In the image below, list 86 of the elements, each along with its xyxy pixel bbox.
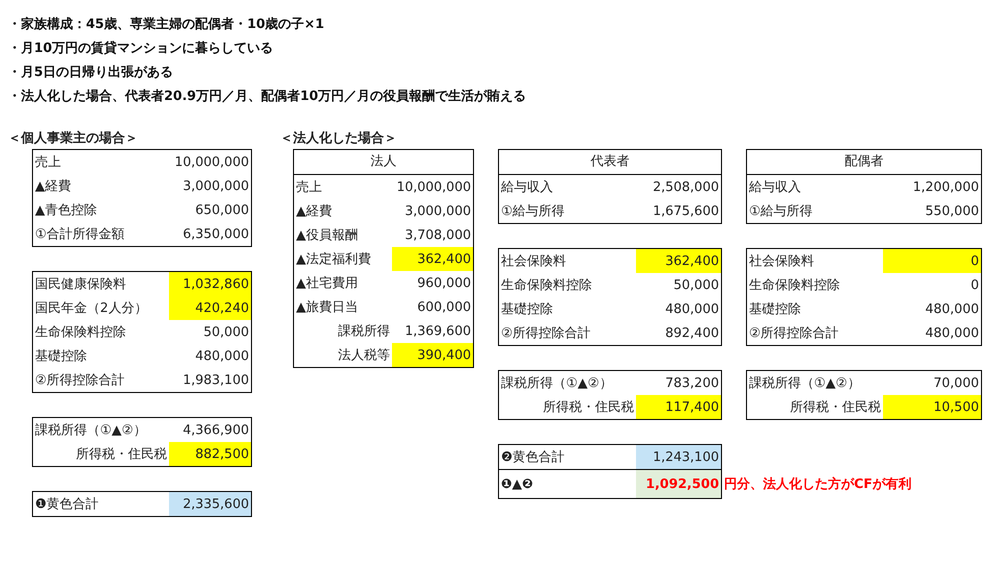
row-label: 基礎控除 <box>748 301 802 319</box>
value-cell-text: 10,000,000 <box>396 178 472 196</box>
value-cell-text: 4,366,900 <box>182 422 250 440</box>
row-label: 課税所得（①▲②） <box>34 422 148 440</box>
row-label: 課税所得 <box>337 323 391 341</box>
value-cell-text: 3,708,000 <box>404 226 472 244</box>
row-label: ▲旅費日当 <box>295 299 359 317</box>
value-cell: 1,092,500 <box>636 470 721 498</box>
row-label: 売上 <box>34 154 62 172</box>
value-cell-text: 3,000,000 <box>404 202 472 220</box>
value-cell-text: 6,350,000 <box>182 226 250 244</box>
row-label: ▲法定福利費 <box>295 251 372 269</box>
row-label: ❶黄色合計 <box>34 496 100 514</box>
row-label: 売上 <box>295 179 323 197</box>
value-cell-text: 50,000 <box>202 324 250 342</box>
value-cell: 362,400 <box>392 247 473 271</box>
value-cell: 362,400 <box>636 249 721 273</box>
value-cell: 117,400 <box>636 395 721 419</box>
value-cell-text: 480,000 <box>194 348 250 366</box>
value-cell: 1,032,860 <box>169 272 251 296</box>
conclusion-text: 円分、法人化した方がCFが有利 <box>723 476 912 494</box>
value-cell-text: 50,000 <box>672 276 720 294</box>
value-cell: 420,240 <box>169 296 251 320</box>
row-label: ▲役員報酬 <box>295 227 359 245</box>
row-label: 基礎控除 <box>34 348 88 366</box>
value-cell-text: 480,000 <box>924 300 980 318</box>
section-title: ＜法人化した場合＞ <box>280 130 397 148</box>
section-title: ＜個人事業主の場合＞ <box>8 130 138 148</box>
value-cell-text: 550,000 <box>924 202 980 220</box>
value-cell-text: 2,508,000 <box>652 178 720 196</box>
row-label: 基礎控除 <box>500 301 554 319</box>
value-cell: 882,500 <box>169 442 251 466</box>
row-label: 国民年金（2人分） <box>34 300 148 318</box>
row-label: ②所得控除合計 <box>748 325 840 343</box>
row-label: ▲経費 <box>295 203 333 221</box>
row-label: 所得税・住民税 <box>75 446 168 464</box>
value-cell-text: 70,000 <box>932 374 980 392</box>
row-label: ▲社宅費用 <box>295 275 359 293</box>
row-label: ❶▲❷ <box>500 476 534 494</box>
note-text: ・法人化した場合、代表者20.9万円／月、配偶者10万円／月の役員報酬で生活が賄える <box>8 88 528 106</box>
row-label: ▲経費 <box>34 178 72 196</box>
value-cell-text: 650,000 <box>194 202 250 220</box>
value-cell: 0 <box>883 249 981 273</box>
value-cell-text: 1,369,600 <box>404 322 472 340</box>
row-label: ①給与所得 <box>500 203 566 221</box>
row-label: ②所得控除合計 <box>500 325 592 343</box>
note-text: ・月10万円の賃貸マンションに暮らしている <box>8 40 274 58</box>
row-label: 社会保険料 <box>500 253 567 271</box>
row-label: ①給与所得 <box>748 203 814 221</box>
value-cell-text: 3,000,000 <box>182 178 250 196</box>
row-label: 生命保険料控除 <box>500 277 593 295</box>
value-cell: 390,400 <box>392 343 473 367</box>
row-label: 国民健康保険料 <box>34 276 127 294</box>
value-cell-text: 1,675,600 <box>652 202 720 220</box>
value-cell-text: 480,000 <box>664 300 720 318</box>
value-cell-text: 10,000,000 <box>174 154 250 172</box>
value-cell-text: 892,400 <box>664 324 720 342</box>
value-cell-text: 1,200,000 <box>912 178 980 196</box>
table-header: 法人 <box>294 150 473 175</box>
value-cell: 1,243,100 <box>636 445 721 469</box>
row-label: ❷黄色合計 <box>500 449 566 467</box>
row-label: 課税所得（①▲②） <box>500 375 614 393</box>
row-label: ②所得控除合計 <box>34 372 126 390</box>
table-header: 配偶者 <box>747 150 981 175</box>
note-text: ・家族構成：45歳、専業主婦の配偶者・10歳の子×1 <box>8 16 326 34</box>
row-label: 社会保険料 <box>748 253 815 271</box>
row-label: ▲青色控除 <box>34 202 98 220</box>
row-label: 所得税・住民税 <box>789 399 882 417</box>
row-label: 生命保険料控除 <box>748 277 841 295</box>
value-cell-text: 0 <box>970 276 980 294</box>
row-label: 給与収入 <box>500 179 554 197</box>
value-cell-text: 480,000 <box>924 324 980 342</box>
table-header: 代表者 <box>499 150 721 175</box>
value-cell-text: 600,000 <box>416 298 472 316</box>
row-label: 生命保険料控除 <box>34 324 127 342</box>
value-cell: 10,500 <box>883 395 981 419</box>
note-text: ・月5日の日帰り出張がある <box>8 64 174 82</box>
row-label: ①合計所得金額 <box>34 226 126 244</box>
value-cell-text: 1,983,100 <box>182 372 250 390</box>
row-label: 所得税・住民税 <box>542 399 635 417</box>
row-label: 課税所得（①▲②） <box>748 375 862 393</box>
value-cell-text: 783,200 <box>664 374 720 392</box>
row-label: 法人税等 <box>337 347 391 365</box>
row-label: 給与収入 <box>748 179 802 197</box>
value-cell-text: 960,000 <box>416 274 472 292</box>
value-cell: 2,335,600 <box>169 492 251 516</box>
